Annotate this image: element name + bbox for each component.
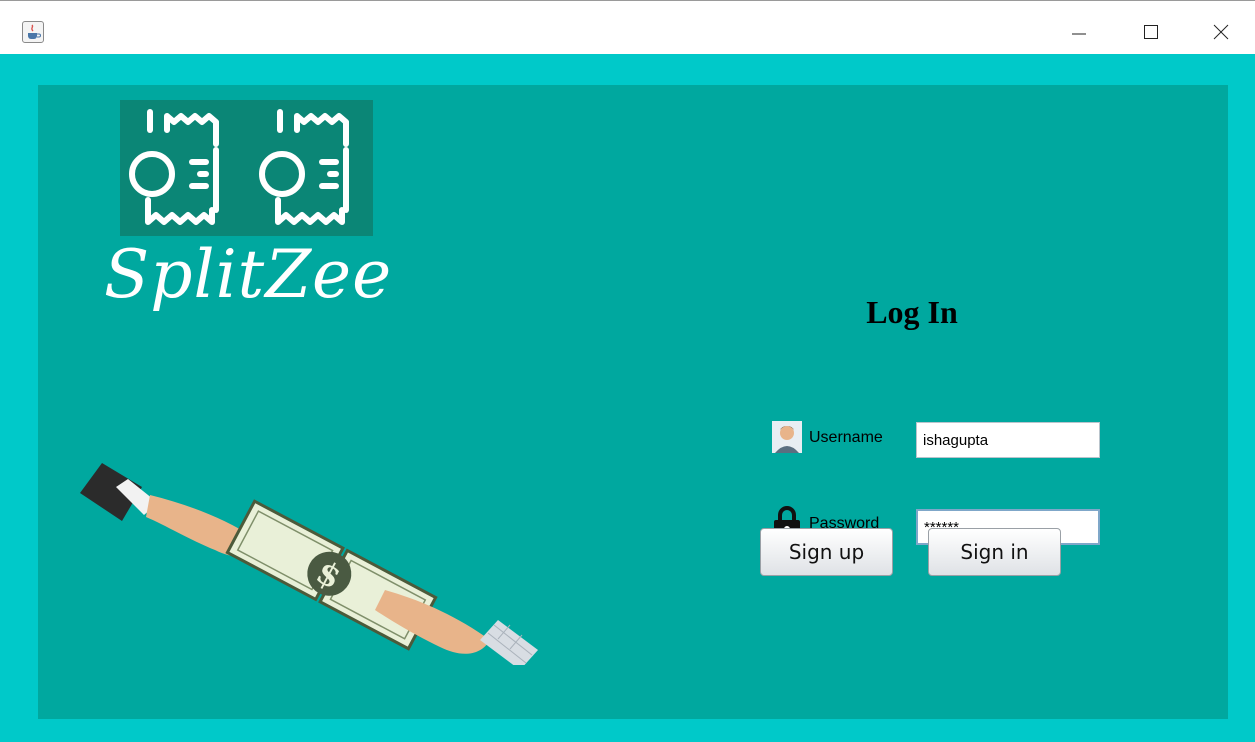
- login-title: Log In: [866, 294, 958, 330]
- minimize-button[interactable]: [1056, 17, 1102, 47]
- username-input[interactable]: [916, 422, 1100, 458]
- user-icon: [772, 421, 802, 453]
- main-panel: SplitZee $ Log In Username ishagupta Pas…: [38, 85, 1228, 719]
- minimize-icon: [1072, 33, 1086, 35]
- window-content: SplitZee $ Log In Username ishagupta Pas…: [0, 54, 1255, 742]
- brand-name: SplitZee: [104, 236, 393, 313]
- maximize-button[interactable]: [1128, 17, 1174, 47]
- sign-in-button[interactable]: Sign in: [928, 528, 1061, 576]
- maximize-icon: [1144, 25, 1158, 39]
- close-icon: [1213, 24, 1229, 40]
- window-titlebar: [0, 0, 1255, 54]
- java-app-icon: [22, 21, 44, 43]
- sign-up-button[interactable]: Sign up: [760, 528, 893, 576]
- username-label: Username: [809, 429, 883, 446]
- receipt-logo-icon: [120, 100, 373, 236]
- close-button[interactable]: [1198, 17, 1244, 47]
- money-exchange-illustration: $: [80, 425, 560, 670]
